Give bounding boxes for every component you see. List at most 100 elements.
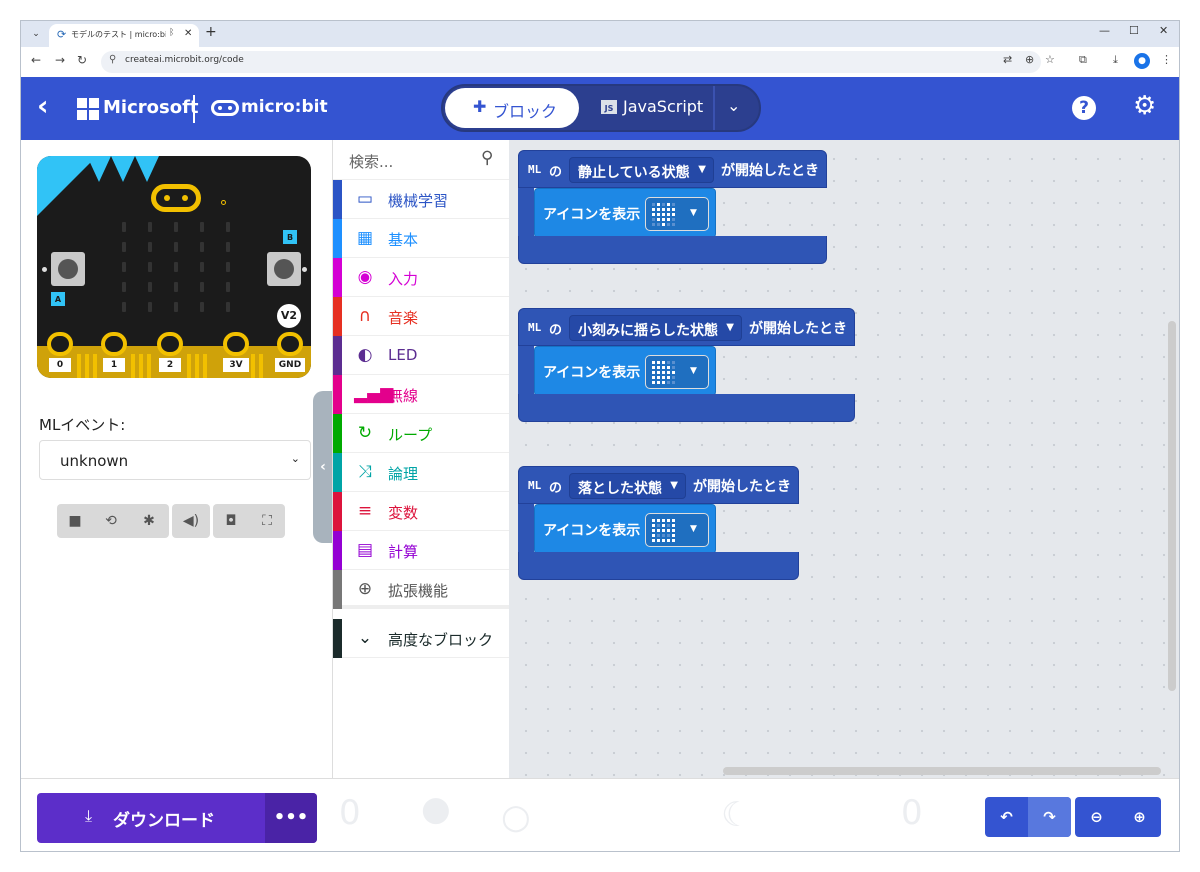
window-close-icon[interactable]: ✕: [1159, 24, 1168, 37]
toolbox-search[interactable]: 検索... ⚲: [333, 140, 509, 180]
screenshot-camera-icon[interactable]: ◘: [213, 504, 249, 538]
category-math[interactable]: ▤ 計算: [333, 531, 509, 570]
blocks-mode-button[interactable]: ✚ ブロック: [445, 88, 579, 128]
more-options-button[interactable]: •••: [265, 793, 317, 843]
debug-bug-icon[interactable]: ✱: [129, 504, 169, 538]
show-icon-block[interactable]: アイコンを表示 ▼: [534, 504, 716, 554]
profile-avatar[interactable]: ●: [1134, 53, 1150, 69]
browser-tab[interactable]: ⟳ モデルのテスト | micro:bit Crea ᛒ ✕: [49, 24, 199, 47]
category-label: 拡張機能: [388, 582, 449, 600]
back-chevron-icon[interactable]: ‹: [37, 91, 49, 121]
tab-close-icon[interactable]: ✕: [184, 28, 192, 39]
ml-event-hat[interactable]: ML の 静止している状態 ▼ が開始したとき: [518, 150, 827, 188]
back-arrow-icon[interactable]: ←: [31, 53, 41, 67]
blocks-workspace[interactable]: ML の 静止している状態 ▼ が開始したとき アイコンを表示 ▼ ML の 小…: [509, 140, 1179, 778]
download-button[interactable]: ⤓ ダウンロード •••: [37, 793, 317, 843]
ml-event-hat[interactable]: ML の 落とした状態 ▼ が開始したとき: [518, 466, 799, 504]
target-icon: ◉: [357, 267, 373, 287]
icon-picker[interactable]: ▼: [645, 355, 709, 389]
category-advanced[interactable]: ⌄ 高度なブロック: [333, 619, 509, 658]
ml-state-dropdown[interactable]: 静止している状態 ▼: [569, 157, 714, 183]
stop-icon[interactable]: ■: [57, 504, 93, 538]
icon-picker[interactable]: ▼: [645, 197, 709, 231]
tab-search-button[interactable]: ⌄: [27, 25, 45, 43]
dropdown-arrow-icon: ▼: [670, 480, 678, 491]
search-input[interactable]: 検索...: [349, 151, 393, 172]
pin-label: 2: [159, 358, 181, 372]
category-led[interactable]: ◐ LED: [333, 336, 509, 375]
minimize-icon[interactable]: —: [1099, 24, 1110, 37]
headphones-icon: ∩: [358, 306, 372, 326]
menu-kebab-icon[interactable]: ⋮: [1161, 53, 1172, 66]
bookmark-star-icon[interactable]: ☆: [1045, 53, 1055, 66]
category-radio[interactable]: ▂▄▆ 無線: [333, 375, 509, 414]
help-icon[interactable]: ?: [1072, 96, 1096, 120]
reload-icon[interactable]: ↻: [77, 53, 87, 67]
icon-pixel: [667, 519, 670, 522]
icon-pixel: [662, 539, 665, 542]
ml-event-hat[interactable]: ML の 小刻みに揺らした状態 ▼ が開始したとき: [518, 308, 855, 346]
category-variables[interactable]: ≡ 変数: [333, 492, 509, 531]
block-text: の: [549, 481, 563, 496]
gear-icon[interactable]: ⚙: [1133, 91, 1156, 121]
forward-arrow-icon[interactable]: →: [55, 53, 65, 67]
pin-1[interactable]: [101, 332, 127, 356]
icon-pixel: [672, 361, 675, 364]
pin-2[interactable]: [157, 332, 183, 356]
pin-label: 3V: [223, 358, 249, 372]
icon-pixel: [672, 371, 675, 374]
pin-label: 0: [49, 358, 71, 372]
show-icon-block[interactable]: アイコンを表示 ▼: [534, 188, 716, 238]
icon-pixel: [662, 203, 665, 206]
zoom-in-icon[interactable]: ⊕: [1118, 797, 1161, 837]
new-tab-button[interactable]: +: [205, 24, 217, 40]
touch-logo[interactable]: [151, 184, 201, 212]
category-machine-learning[interactable]: ▭ 機械学習: [333, 180, 509, 219]
show-icon-block[interactable]: アイコンを表示 ▼: [534, 346, 716, 396]
icon-picker[interactable]: ▼: [645, 513, 709, 547]
chevron-down-icon: ⌄: [290, 452, 300, 465]
category-logic[interactable]: ⤨ 論理: [333, 453, 509, 492]
category-basic[interactable]: ▦ 基本: [333, 219, 509, 258]
icon-pixel: [672, 524, 675, 527]
maximize-icon[interactable]: ☐: [1129, 24, 1139, 37]
translate-icon[interactable]: ⇄: [1003, 53, 1012, 66]
url-field[interactable]: ⚲ createai.microbit.org/code: [101, 51, 1041, 73]
icon-pixel: [662, 366, 665, 369]
category-input[interactable]: ◉ 入力: [333, 258, 509, 297]
horizontal-scrollbar[interactable]: [723, 767, 1161, 775]
zoom-icon[interactable]: ⊕: [1025, 53, 1034, 66]
pin-0[interactable]: [47, 332, 73, 356]
category-music[interactable]: ∩ 音楽: [333, 297, 509, 336]
button-b[interactable]: [267, 252, 301, 286]
redo-icon[interactable]: ↷: [1028, 797, 1071, 837]
ml-state-dropdown[interactable]: 小刻みに揺らした状態 ▼: [569, 315, 742, 341]
mute-audio-icon[interactable]: ◀): [172, 504, 210, 538]
ml-state-value: 落とした状態: [578, 481, 662, 497]
chevron-down-icon[interactable]: ⌄: [727, 96, 740, 115]
extensions-icon[interactable]: ⧉: [1079, 53, 1087, 67]
ml-event-select[interactable]: unknown ⌄: [39, 440, 311, 480]
vertical-scrollbar[interactable]: [1168, 321, 1176, 691]
download-icon[interactable]: ⤓: [1113, 53, 1118, 67]
undo-icon[interactable]: ↶: [985, 797, 1028, 837]
restart-icon[interactable]: ⟲: [93, 504, 129, 538]
block-text: が開始したとき: [749, 321, 847, 337]
fullscreen-icon[interactable]: ⛶: [249, 504, 285, 538]
icon-pixel: [657, 208, 660, 211]
icon-pixel: [667, 539, 670, 542]
category-extensions[interactable]: ⊕ 拡張機能: [333, 570, 509, 609]
zoom-out-icon[interactable]: ⊖: [1075, 797, 1118, 837]
ml-state-dropdown[interactable]: 落とした状態 ▼: [569, 473, 686, 499]
collapse-simulator-chevron-icon[interactable]: ‹: [313, 391, 333, 543]
microbit-board[interactable]: A B V2 0 1 2 3V GND: [37, 156, 311, 378]
icon-pixel: [657, 371, 660, 374]
icon-pixel: [672, 381, 675, 384]
ml-state-value: 静止している状態: [578, 165, 690, 181]
button-a[interactable]: [51, 252, 85, 286]
category-loops[interactable]: ↻ ループ: [333, 414, 509, 453]
icon-pixel: [657, 223, 660, 226]
search-icon[interactable]: ⚲: [481, 148, 493, 168]
site-info-icon[interactable]: ⚲: [109, 54, 116, 65]
icon-pixel: [662, 208, 665, 211]
